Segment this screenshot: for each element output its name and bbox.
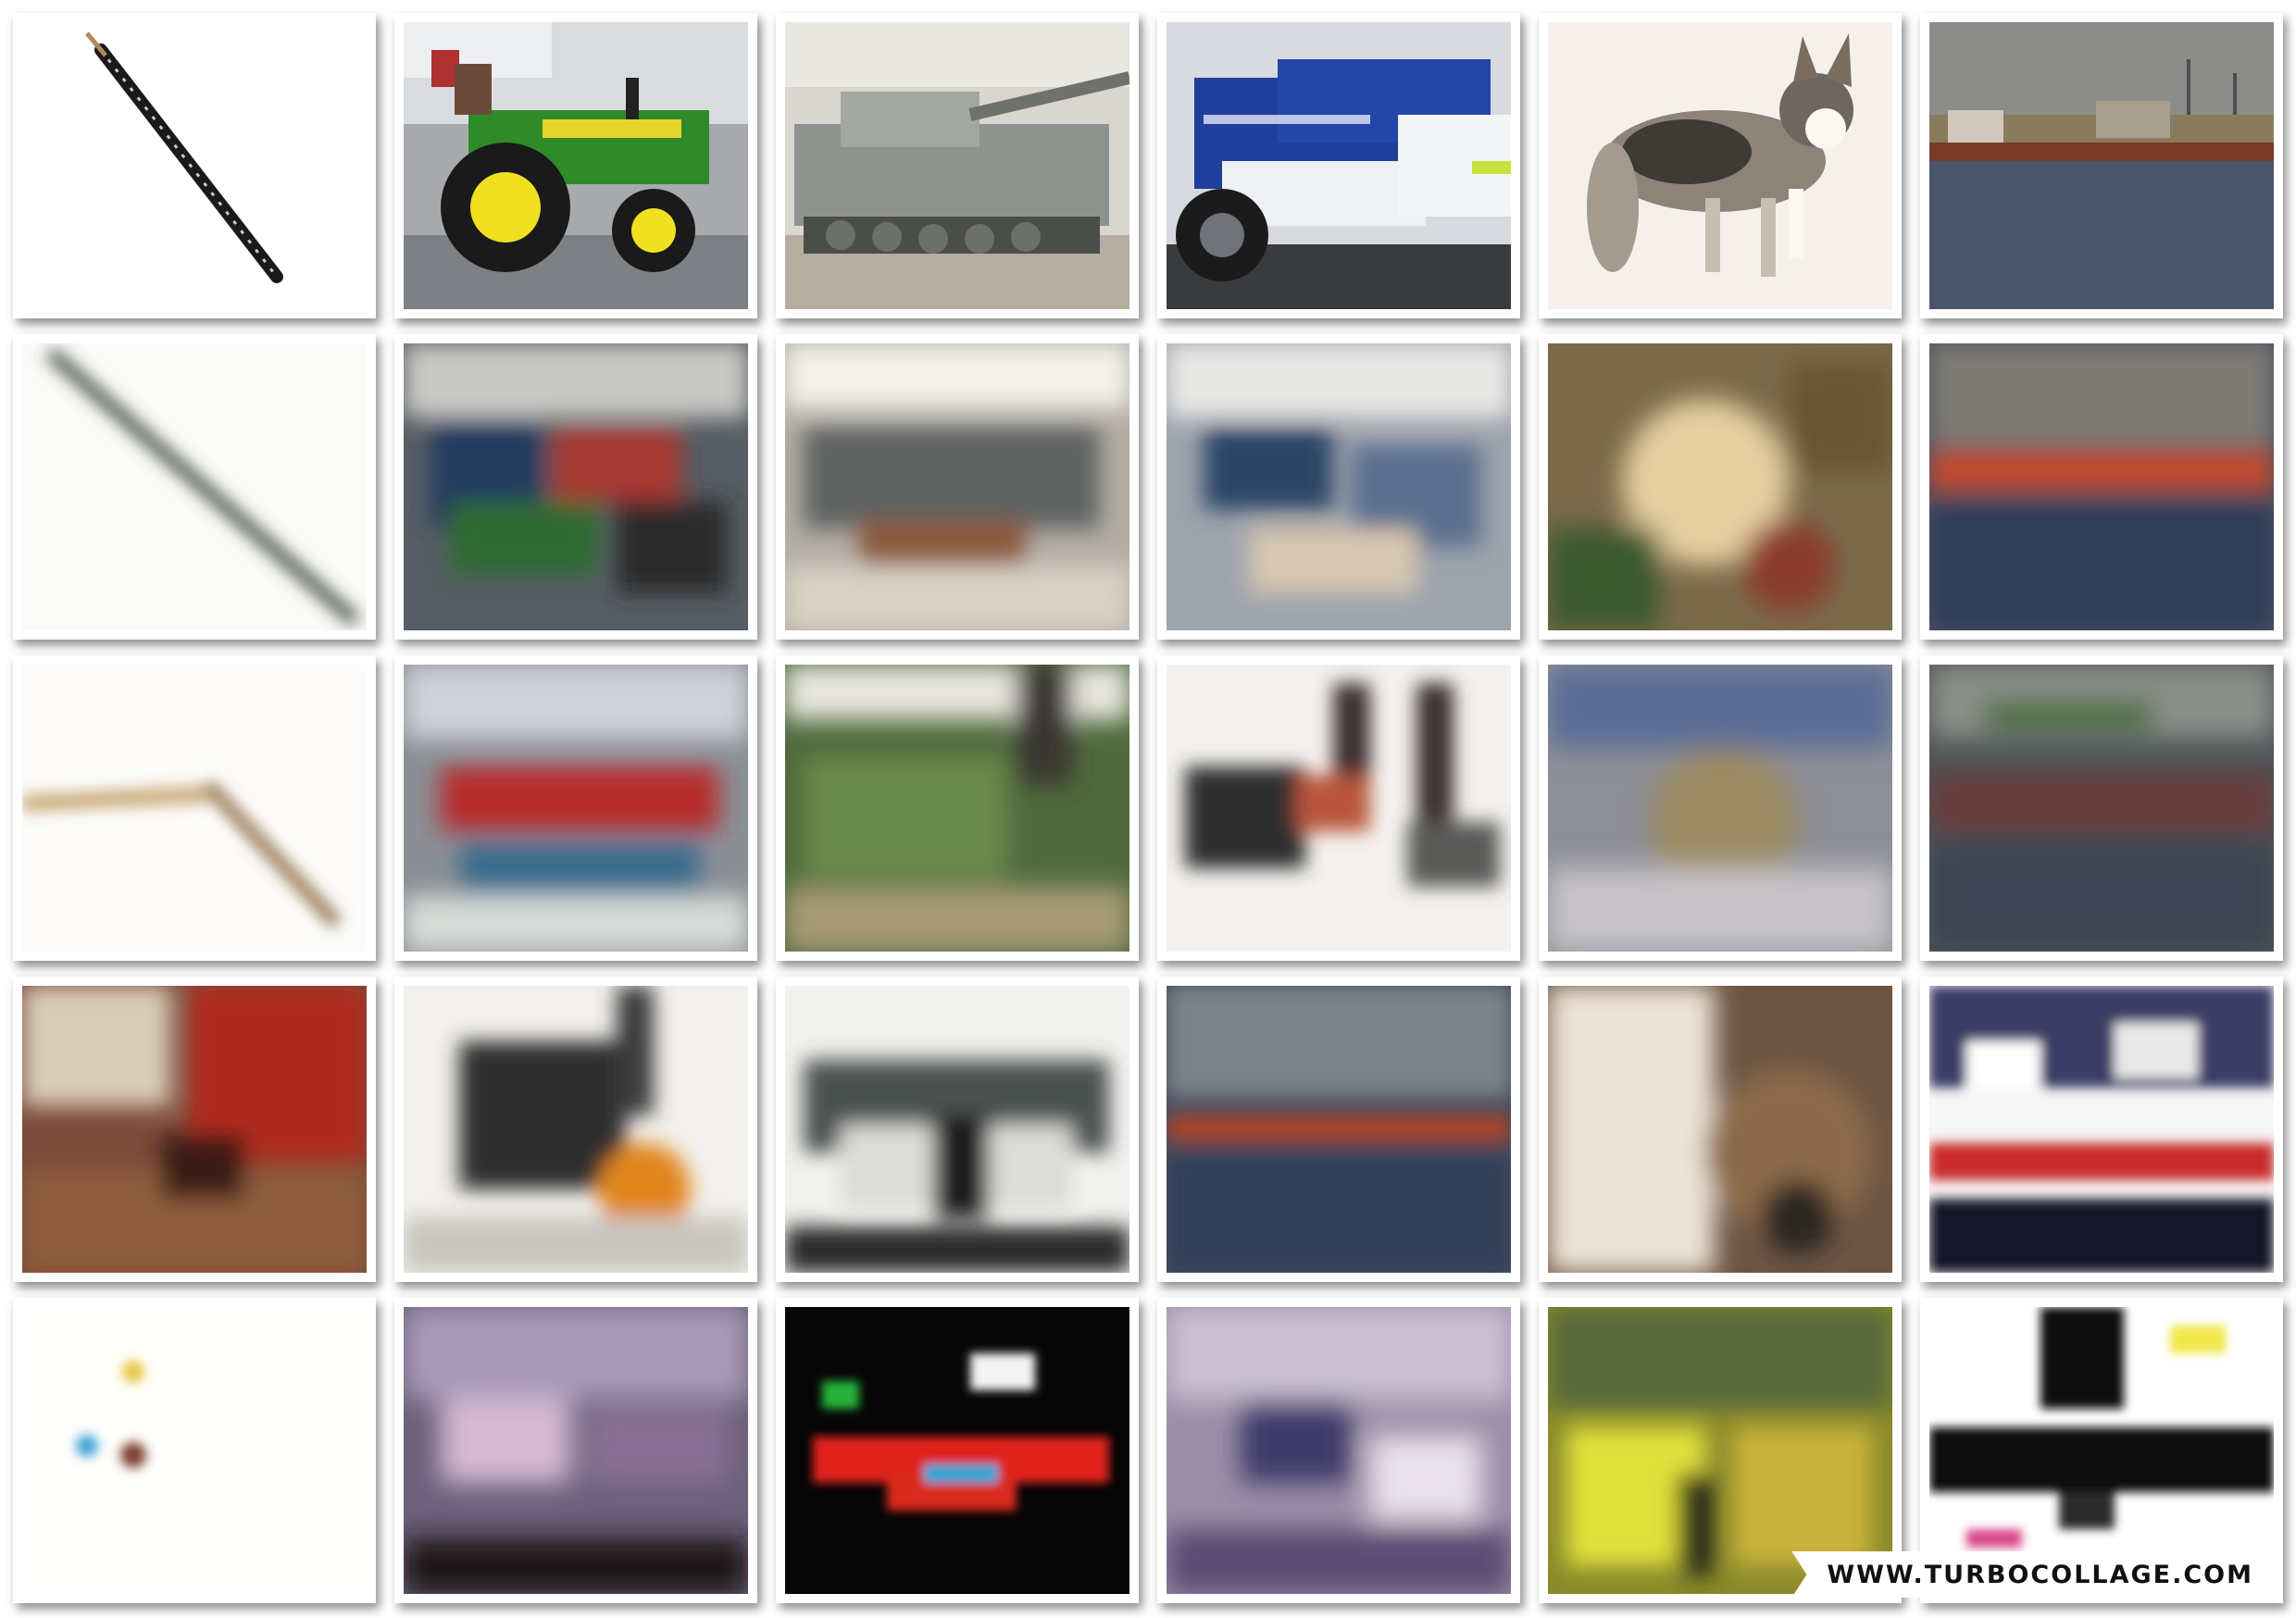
reconstruction-tank-4 (776, 1298, 1139, 1603)
reconstruction-ship-2 (1920, 655, 2283, 961)
reconstruction-oboe-1 (13, 334, 376, 640)
reconstruction-tractor-2 (394, 655, 757, 961)
reconstruction-oboe-3 (13, 977, 376, 1282)
photo-tractor (394, 13, 757, 318)
photo-oboe (13, 13, 376, 318)
photo-harbor-ship (1920, 13, 2283, 318)
reconstruction-tractor-1 (394, 334, 757, 640)
reconstruction-dog-2 (1539, 655, 1902, 961)
reconstruction-dog-3 (1539, 977, 1902, 1282)
reconstruction-tractor-4 (394, 1298, 757, 1603)
image-collage-grid (13, 13, 2283, 1605)
turbocollage-watermark: WWW.TURBOCOLLAGE.COM (1791, 1551, 2276, 1598)
reconstruction-tank-1 (776, 334, 1139, 640)
reconstruction-tank-3 (776, 977, 1139, 1282)
photo-tank (776, 13, 1139, 318)
reconstruction-motorcycle-4 (1157, 1298, 1520, 1603)
reconstruction-oboe-2 (13, 655, 376, 961)
reconstruction-oboe-4 (13, 1298, 376, 1603)
reconstruction-dog-1 (1539, 334, 1902, 640)
photo-police-motorcycle (1157, 13, 1520, 318)
reconstruction-tractor-3 (394, 977, 757, 1282)
photo-corgi-dog (1539, 13, 1902, 318)
reconstruction-motorcycle-2 (1157, 655, 1520, 961)
reconstruction-motorcycle-3 (1157, 977, 1520, 1282)
reconstruction-ship-3 (1920, 977, 2283, 1282)
reconstruction-ship-1 (1920, 334, 2283, 640)
watermark-text: WWW.TURBOCOLLAGE.COM (1827, 1560, 2253, 1589)
reconstruction-tank-2 (776, 655, 1139, 961)
reconstruction-motorcycle-1 (1157, 334, 1520, 640)
